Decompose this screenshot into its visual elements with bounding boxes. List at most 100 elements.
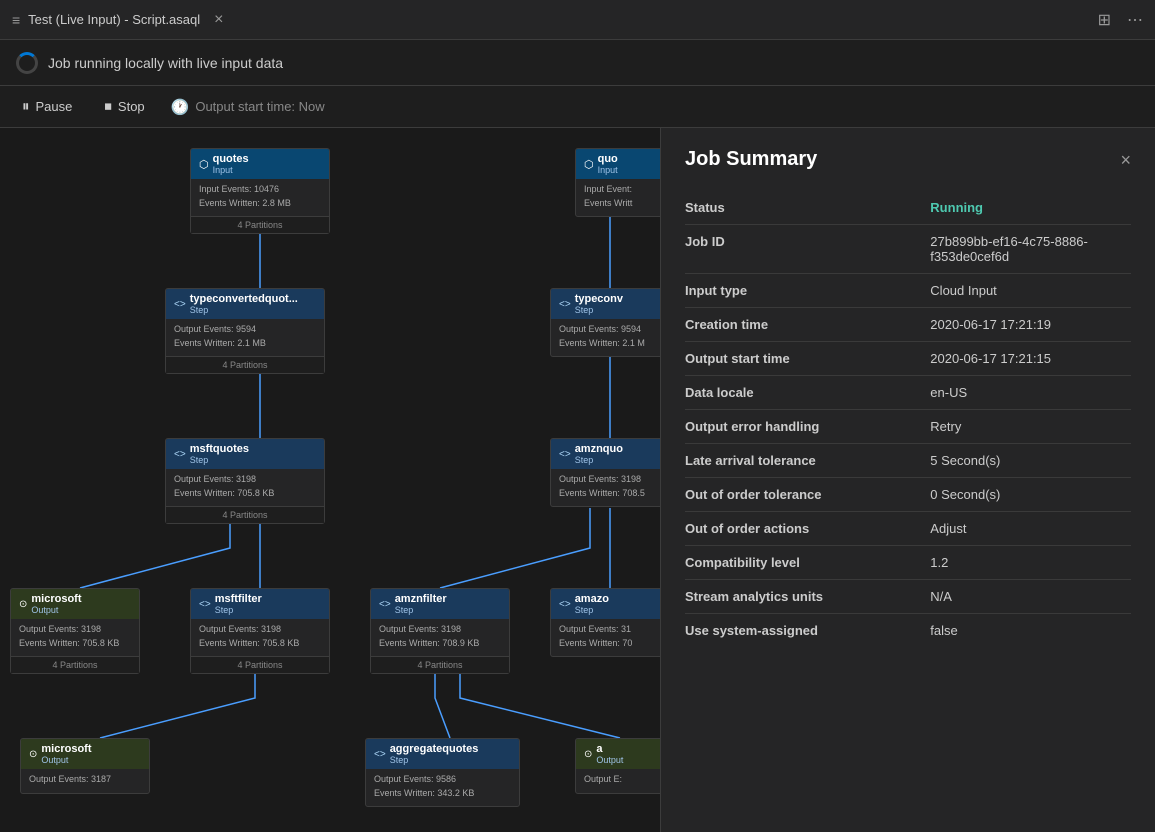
node-microsoft-output-header: ⊙ microsoft Output [11, 589, 139, 619]
summary-field-value: 1.2 [930, 546, 1131, 580]
summary-row: Out of order tolerance0 Second(s) [685, 478, 1131, 512]
node-quo-title: quo [598, 153, 618, 165]
node-a-out[interactable]: ⊙ a Output Output E: [575, 738, 660, 794]
menu-icon: ≡ [12, 12, 20, 28]
summary-field-value: Cloud Input [930, 274, 1131, 308]
node-msftquotes-title: msftquotes [190, 443, 249, 455]
step-icon4: <> [559, 449, 571, 460]
node-typeconv-subtitle: Step [575, 305, 623, 315]
node-amznquo-header: <> amznquo Step [551, 439, 660, 469]
summary-field-label: Output start time [685, 342, 930, 376]
step-icon2: <> [559, 299, 571, 310]
node-amazon-body: Output Events: 31 Events Written: 70 [551, 619, 660, 656]
summary-close-button[interactable]: × [1120, 151, 1131, 169]
node-quotes-title: quotes [213, 153, 249, 165]
summary-field-value: en-US [930, 376, 1131, 410]
node-amznquo[interactable]: <> amznquo Step Output Events: 3198 Even… [550, 438, 660, 507]
step-icon8: <> [374, 749, 386, 760]
node-msftfilter[interactable]: <> msftfilter Step Output Events: 3198 E… [190, 588, 330, 674]
pause-icon: ⏸ [22, 98, 30, 115]
canvas-content[interactable]: ⬡ quotes Input Input Events: 10476 Event… [0, 128, 660, 832]
stop-button[interactable]: ⏹ Stop [98, 94, 150, 119]
notification-text: Job running locally with live input data [48, 55, 283, 71]
summary-row: Input typeCloud Input [685, 274, 1131, 308]
pause-label: Pause [36, 99, 73, 114]
node-quo[interactable]: ⬡ quo Input Input Event: Events Writt [575, 148, 660, 217]
summary-field-value: 27b899bb-ef16-4c75-8886-f353de0cef6d [930, 225, 1131, 274]
node-microsoft-out-body: Output Events: 3187 [21, 769, 149, 793]
node-msftquotes[interactable]: <> msftquotes Step Output Events: 3198 E… [165, 438, 325, 524]
node-msftquotes-header: <> msftquotes Step [166, 439, 324, 469]
node-microsoft-out-title: microsoft [41, 743, 91, 755]
node-a-out-body: Output E: [576, 769, 660, 793]
summary-panel: Job Summary × StatusRunningJob ID27b899b… [660, 128, 1155, 832]
node-microsoft-output-partitions: 4 Partitions [11, 656, 139, 673]
node-msftfilter-title: msftfilter [215, 593, 262, 605]
summary-row: Data localeen-US [685, 376, 1131, 410]
node-microsoft-out-subtitle: Output [41, 755, 91, 765]
node-msftfilter-body: Output Events: 3198 Events Written: 705.… [191, 619, 329, 656]
tab-close-button[interactable]: × [214, 12, 223, 28]
summary-field-value: Adjust [930, 512, 1131, 546]
summary-field-value: N/A [930, 580, 1131, 614]
node-aggregatequotes-header: <> aggregatequotes Step [366, 739, 519, 769]
summary-field-label: Late arrival tolerance [685, 444, 930, 478]
node-amazon[interactable]: <> amazo Step Output Events: 31 Events W… [550, 588, 660, 657]
title-bar-left: ≡ Test (Live Input) - Script.asaql × [12, 12, 223, 28]
summary-row: Stream analytics unitsN/A [685, 580, 1131, 614]
summary-field-label: Compatibility level [685, 546, 930, 580]
summary-row: Output start time2020-06-17 17:21:15 [685, 342, 1131, 376]
summary-panel-header: Job Summary × [685, 148, 1131, 171]
summary-field-value: 5 Second(s) [930, 444, 1131, 478]
summary-field-label: Input type [685, 274, 930, 308]
more-icon[interactable]: ⋯ [1127, 10, 1143, 30]
node-amznfilter-title: amznfilter [395, 593, 447, 605]
node-amznfilter-subtitle: Step [395, 605, 447, 615]
node-aggregatequotes-subtitle: Step [390, 755, 479, 765]
canvas-area: ⬡ quotes Input Input Events: 10476 Event… [0, 128, 660, 832]
tab-title: Test (Live Input) - Script.asaql [28, 12, 200, 27]
node-microsoft-out[interactable]: ⊙ microsoft Output Output Events: 3187 [20, 738, 150, 794]
pause-button[interactable]: ⏸ Pause [16, 94, 78, 119]
node-quotes[interactable]: ⬡ quotes Input Input Events: 10476 Event… [190, 148, 330, 234]
node-amazon-header: <> amazo Step [551, 589, 660, 619]
node-typeconvertedquot1-header: <> typeconvertedquot... Step [166, 289, 324, 319]
node-aggregatequotes-body: Output Events: 9586 Events Written: 343.… [366, 769, 519, 806]
node-msftfilter-subtitle: Step [215, 605, 262, 615]
node-typeconvertedquot1-title: typeconvertedquot... [190, 293, 298, 305]
node-microsoft-output-body: Output Events: 3198 Events Written: 705.… [11, 619, 139, 656]
node-quo-body: Input Event: Events Writt [576, 179, 660, 216]
node-amazon-subtitle: Step [575, 605, 609, 615]
node-msftquotes-body: Output Events: 3198 Events Written: 705.… [166, 469, 324, 506]
summary-field-value: Retry [930, 410, 1131, 444]
summary-field-label: Creation time [685, 308, 930, 342]
summary-field-value: Running [930, 191, 1131, 225]
toolbar: ⏸ Pause ⏹ Stop 🕐 Output start time: Now [0, 86, 1155, 128]
step-icon7: <> [559, 599, 571, 610]
node-quo-subtitle: Input [598, 165, 618, 175]
node-quotes-subtitle: Input [213, 165, 249, 175]
node-microsoft-output[interactable]: ⊙ microsoft Output Output Events: 3198 E… [10, 588, 140, 674]
node-amznfilter[interactable]: <> amznfilter Step Output Events: 3198 E… [370, 588, 510, 674]
node-amznquo-body: Output Events: 3198 Events Written: 708.… [551, 469, 660, 506]
summary-row: Job ID27b899bb-ef16-4c75-8886-f353de0cef… [685, 225, 1131, 274]
node-a-out-header: ⊙ a Output [576, 739, 660, 769]
node-aggregatequotes[interactable]: <> aggregatequotes Step Output Events: 9… [365, 738, 520, 807]
output-icon2: ⊙ [29, 749, 37, 760]
node-typeconv-header: <> typeconv Step [551, 289, 660, 319]
summary-row: Late arrival tolerance5 Second(s) [685, 444, 1131, 478]
summary-row: StatusRunning [685, 191, 1131, 225]
output-start-time-label: Output start time: Now [195, 99, 324, 114]
node-typeconvertedquot1-subtitle: Step [190, 305, 298, 315]
node-msftfilter-header: <> msftfilter Step [191, 589, 329, 619]
summary-field-label: Job ID [685, 225, 930, 274]
node-typeconvertedquot1-partitions: 4 Partitions [166, 356, 324, 373]
main-area: ⬡ quotes Input Input Events: 10476 Event… [0, 128, 1155, 832]
node-typeconvertedquot1[interactable]: <> typeconvertedquot... Step Output Even… [165, 288, 325, 374]
summary-field-label: Data locale [685, 376, 930, 410]
node-aggregatequotes-title: aggregatequotes [390, 743, 479, 755]
node-typeconv[interactable]: <> typeconv Step Output Events: 9594 Eve… [550, 288, 660, 357]
layout-icon[interactable]: ⊞ [1098, 10, 1111, 30]
summary-field-label: Out of order actions [685, 512, 930, 546]
title-bar: ≡ Test (Live Input) - Script.asaql × ⊞ ⋯ [0, 0, 1155, 40]
